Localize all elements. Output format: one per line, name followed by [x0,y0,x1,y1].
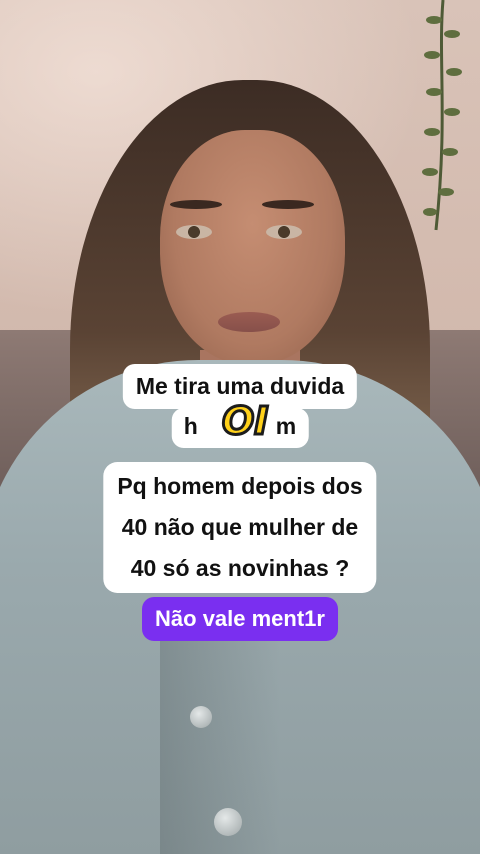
right-eye [266,225,302,239]
left-eye [176,225,212,239]
hanging-plant [422,0,462,231]
left-eyebrow [170,200,222,209]
caption-line-2-end: m [275,413,297,439]
hoodie-button-top [190,706,212,728]
question-line-3: 40 só as novinhas ? [130,555,350,581]
caption-question: Pq homem depois dos 40 não que mulher de… [103,462,377,593]
lips [218,312,280,332]
question-line-1: Pq homem depois dos [117,473,363,499]
question-line-2: 40 não que mulher de [121,514,359,540]
right-eyebrow [262,200,314,209]
highlight-badge: Não vale ment1r [142,597,338,641]
caption-line-1-text: Me tira uma duvida [135,373,345,399]
caption-line-2-start: h [183,413,198,439]
hoodie-button-bottom [214,808,242,836]
oi-sticker: OI [220,398,269,445]
